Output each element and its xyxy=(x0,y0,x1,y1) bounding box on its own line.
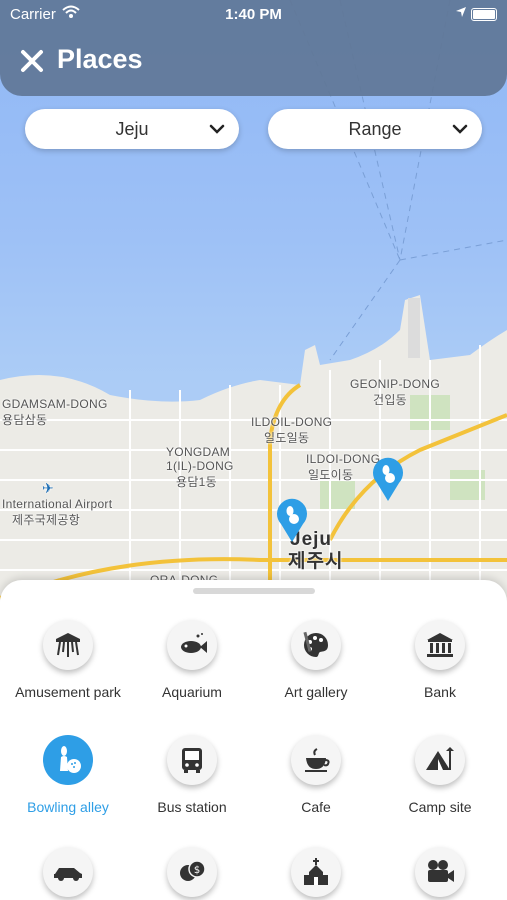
location-arrow-icon xyxy=(456,7,466,17)
clock: 1:40 PM xyxy=(225,6,282,23)
city-dropdown[interactable]: Jeju xyxy=(25,109,239,149)
category-casino[interactable]: $ xyxy=(130,847,254,897)
svg-text:$: $ xyxy=(194,865,200,876)
category-camp-site[interactable]: Camp site xyxy=(378,735,502,816)
category-label: Aquarium xyxy=(162,684,222,700)
map-label-jeju-kr: 제주시 xyxy=(288,551,344,572)
category-art-gallery[interactable]: Art gallery xyxy=(254,620,378,701)
map-label-yongdam-kr: 용담1동 xyxy=(176,475,217,489)
map-label-ildoi-kr: 일도이동 xyxy=(308,468,354,482)
category-label: Art gallery xyxy=(284,684,348,700)
coffee-cup-icon xyxy=(291,735,341,785)
map-label-airport: International Airport xyxy=(2,497,113,511)
range-dropdown-value: Range xyxy=(348,119,402,139)
airplane-icon: ✈ xyxy=(42,480,55,496)
category-label: Camp site xyxy=(408,799,472,815)
tent-icon xyxy=(415,735,465,785)
map-label-geonip: GEONIP-DONG xyxy=(350,377,440,391)
category-car[interactable] xyxy=(6,847,130,897)
status-bar: Carrier 1:40 PM xyxy=(0,0,507,28)
map-label-ildoi: ILDOI-DONG xyxy=(306,452,381,466)
map-label-gdamsam: GDAMSAM-DONG xyxy=(2,397,108,411)
fish-icon xyxy=(167,620,217,670)
chevron-down-icon xyxy=(452,124,468,134)
church-icon xyxy=(291,847,341,897)
car-icon xyxy=(43,847,93,897)
category-label: Amusement park xyxy=(15,684,121,700)
map-label-ildoil-kr: 일도일동 xyxy=(264,431,310,445)
category-bowling-alley[interactable]: Bowling alley xyxy=(6,735,130,816)
casino-chips-icon: $ xyxy=(167,847,217,897)
category-label: Bowling alley xyxy=(27,799,109,815)
range-dropdown[interactable]: Range xyxy=(268,109,482,149)
bowling-icon xyxy=(43,735,93,785)
bank-icon xyxy=(415,620,465,670)
category-bank[interactable]: Bank xyxy=(378,620,502,701)
palette-icon xyxy=(291,620,341,670)
bowling-map-pin[interactable] xyxy=(371,456,405,502)
category-church[interactable] xyxy=(254,847,378,897)
map-label-gdamsam-kr: 용담삼동 xyxy=(2,413,48,427)
page-title: Places xyxy=(57,44,143,74)
category-cafe[interactable]: Cafe xyxy=(254,735,378,816)
category-sheet: Amusement park Aquarium Art gallery Bank… xyxy=(0,580,507,900)
category-movie-theater[interactable] xyxy=(378,847,502,897)
category-label: Bus station xyxy=(157,799,227,815)
battery-icon xyxy=(471,8,497,21)
map-label-geonip-kr: 건입동 xyxy=(373,393,408,407)
bus-icon xyxy=(167,735,217,785)
map-label-airport-kr: 제주국제공항 xyxy=(12,513,81,527)
close-icon[interactable] xyxy=(18,47,46,75)
movie-camera-icon xyxy=(415,847,465,897)
map-label-ildoil: ILDOIL-DONG xyxy=(251,415,333,429)
carousel-icon xyxy=(43,620,93,670)
sheet-drag-handle[interactable] xyxy=(193,588,315,594)
bowling-map-pin[interactable] xyxy=(275,497,309,543)
category-amusement-park[interactable]: Amusement park xyxy=(6,620,130,701)
category-aquarium[interactable]: Aquarium xyxy=(130,620,254,701)
category-label: Bank xyxy=(424,684,456,700)
map-label-yongdam: YONGDAM xyxy=(166,445,231,459)
map-label-yongdam-2: 1(IL)-DONG xyxy=(166,459,234,473)
category-label: Cafe xyxy=(301,799,331,815)
category-bus-station[interactable]: Bus station xyxy=(130,735,254,816)
city-dropdown-value: Jeju xyxy=(115,119,149,139)
chevron-down-icon xyxy=(209,124,225,134)
